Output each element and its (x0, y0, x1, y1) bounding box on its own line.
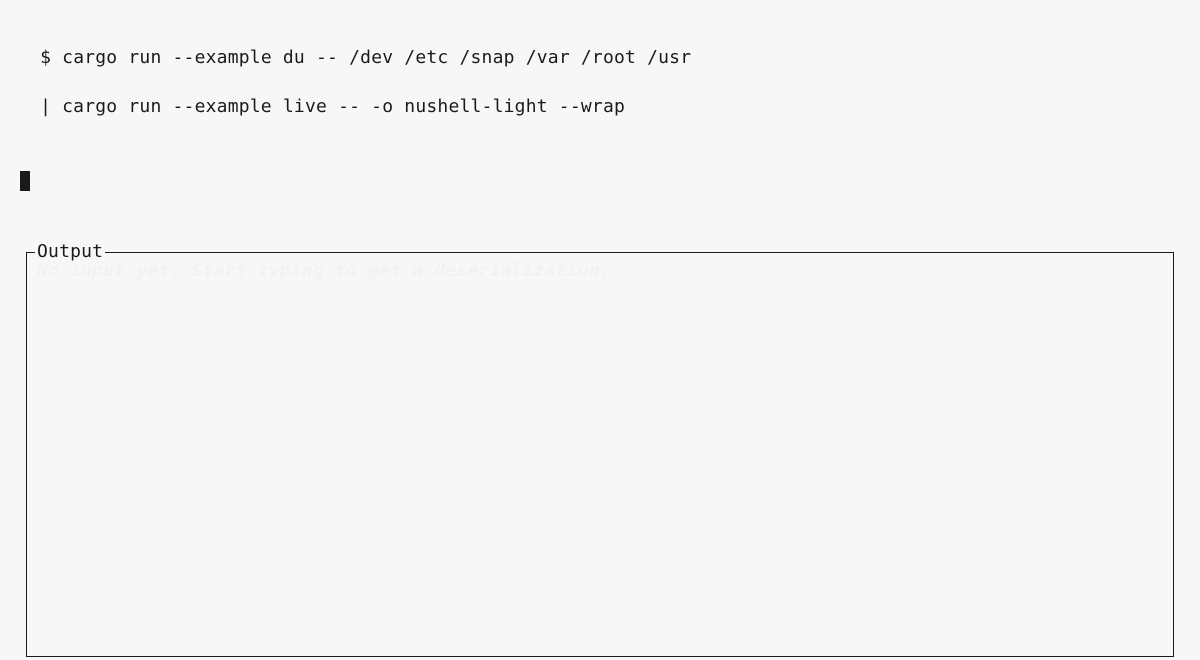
command-block: $ cargo run --example du -- /dev /etc /s… (18, 22, 1182, 143)
cursor-icon (20, 171, 30, 191)
output-panel: Output No input yet. Start typing to get… (26, 252, 1174, 657)
output-panel-legend: Output (35, 240, 105, 264)
command-line-2: | cargo run --example live -- -o nushell… (18, 95, 1182, 119)
command-line-1: cargo run --example du -- /dev /etc /sna… (62, 47, 691, 68)
cursor-line[interactable] (18, 143, 1182, 193)
prompt-symbol: $ (40, 47, 62, 68)
output-placeholder-text: No input yet. Start typing to get a dese… (37, 259, 1163, 283)
